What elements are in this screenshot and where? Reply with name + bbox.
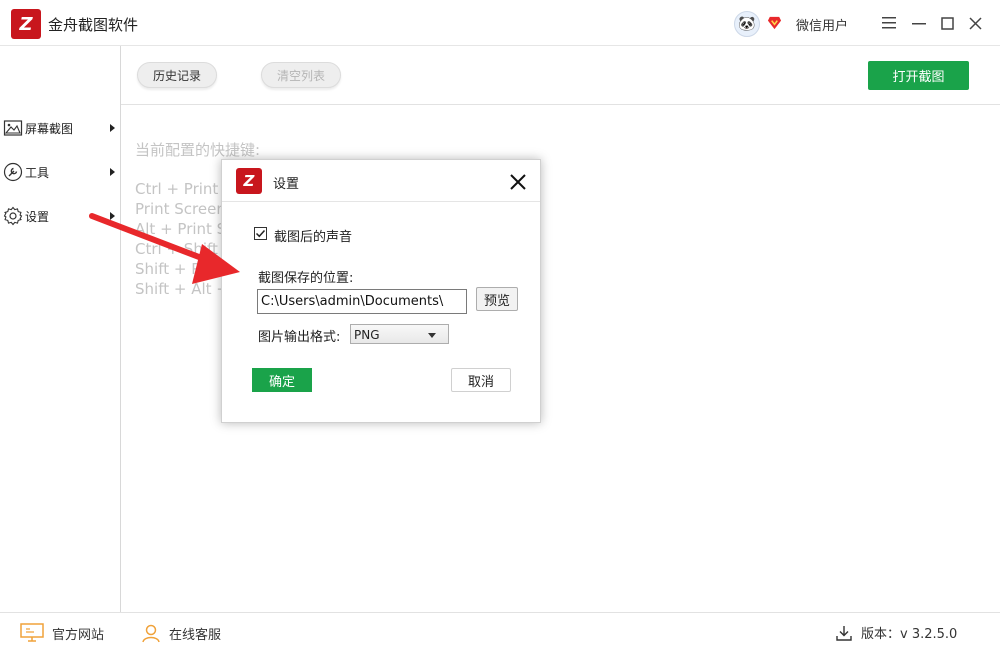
open-screenshot-button[interactable]: 打开截图 (868, 61, 969, 90)
checkmark-icon (255, 229, 266, 238)
app-logo: Z (11, 9, 41, 39)
close-icon[interactable] (964, 12, 986, 34)
dialog-logo: Z (236, 168, 262, 194)
hotkey-line: Alt + Print Sc (135, 220, 235, 238)
sidebar-item-tools[interactable]: 工具 (0, 158, 121, 186)
sidebar: 屏幕截图 工具 设置 (0, 46, 121, 612)
gear-icon (3, 206, 23, 226)
confirm-button[interactable]: 确定 (252, 368, 312, 392)
app-window: Z 金舟截图软件 🐼 微信用户 屏幕截图 工具 设置 历史记录 清空列表 打开截… (0, 0, 1000, 650)
sound-label: 截图后的声音 (274, 230, 353, 245)
sidebar-item-label: 设置 (25, 209, 50, 224)
app-title: 金舟截图软件 (48, 16, 139, 34)
menu-icon[interactable] (878, 12, 900, 34)
website-label: 官方网站 (52, 627, 105, 643)
monitor-icon (20, 623, 44, 642)
cancel-button[interactable]: 取消 (451, 368, 511, 392)
sidebar-item-screenshot[interactable]: 屏幕截图 (0, 114, 121, 142)
save-path-field[interactable] (257, 289, 467, 314)
version-label: 版本：v 3.2.5.0 (861, 627, 958, 642)
chevron-right-icon (110, 168, 115, 176)
chevron-right-icon (110, 212, 115, 220)
website-link[interactable]: 官方网站 (20, 623, 104, 643)
hotkey-line: Print Screen (135, 200, 226, 218)
dialog-header: Z 设置 (222, 160, 540, 202)
title-bar: Z 金舟截图软件 🐼 微信用户 (0, 0, 1000, 46)
sidebar-item-label: 工具 (25, 165, 50, 180)
sound-checkbox[interactable] (254, 227, 267, 240)
format-select[interactable]: PNG (350, 324, 449, 344)
chevron-right-icon (110, 124, 115, 132)
hotkey-line: Ctrl + Print S (135, 180, 233, 198)
toolbar: 历史记录 清空列表 打开截图 (121, 46, 1000, 105)
avatar[interactable]: 🐼 (734, 11, 760, 37)
close-icon[interactable] (508, 172, 528, 192)
sidebar-item-settings[interactable]: 设置 (0, 202, 121, 230)
username[interactable]: 微信用户 (796, 15, 848, 34)
history-button[interactable]: 历史记录 (137, 62, 217, 88)
footer: 官方网站 在线客服 版本：v 3.2.5.0 (0, 612, 1000, 650)
service-label: 在线客服 (169, 627, 222, 643)
sidebar-item-label: 屏幕截图 (25, 121, 74, 136)
browse-button[interactable]: 预览 (476, 287, 518, 311)
hotkey-line: Shift + Prin (135, 260, 220, 278)
download-icon (836, 625, 852, 641)
version-info[interactable]: 版本：v 3.2.5.0 (835, 623, 957, 642)
chevron-down-icon (428, 333, 436, 338)
wrench-icon (3, 162, 23, 182)
hotkey-line: Shift + Alt + (135, 280, 229, 298)
maximize-icon[interactable] (936, 12, 958, 34)
support-agent-icon (142, 624, 160, 643)
format-value: PNG (354, 328, 380, 342)
hotkey-title: 当前配置的快捷键: (135, 141, 261, 159)
save-path-label: 截图保存的位置: (258, 271, 354, 286)
clear-list-button[interactable]: 清空列表 (261, 62, 341, 88)
dialog-title: 设置 (273, 177, 300, 192)
customer-service-link[interactable]: 在线客服 (141, 623, 221, 643)
format-label: 图片输出格式: (258, 330, 341, 345)
minimize-icon[interactable] (908, 12, 930, 34)
settings-dialog: Z 设置 截图后的声音 截图保存的位置: 预览 图片输出格式: PNG 确定 取… (221, 159, 541, 423)
diamond-icon (767, 16, 782, 30)
image-icon (3, 120, 23, 136)
